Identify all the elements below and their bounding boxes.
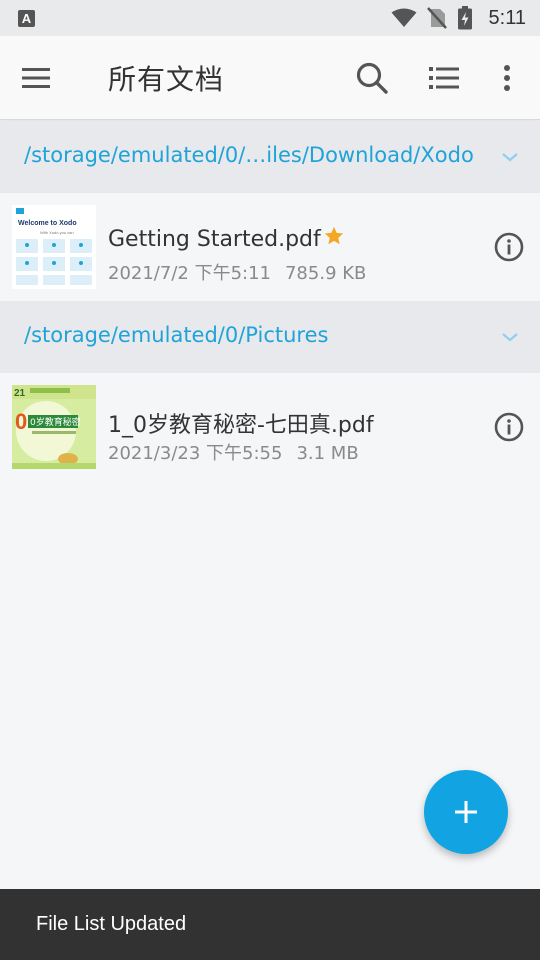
file-row-getting-started[interactable]: Welcome to Xodo With Xodo you can Gettin…: [0, 193, 540, 301]
wifi-icon: [391, 8, 417, 27]
file-name: Getting Started.pdf: [108, 226, 345, 252]
more-vert-icon[interactable]: [496, 60, 518, 96]
svg-text:21: 21: [14, 388, 26, 399]
info-icon[interactable]: [493, 411, 525, 443]
file-thumbnail: Welcome to Xodo With Xodo you can: [12, 205, 96, 289]
status-bar: A 5:11: [0, 0, 540, 36]
search-icon[interactable]: [354, 60, 390, 96]
chevron-down-icon[interactable]: [498, 325, 522, 349]
chevron-down-icon[interactable]: [498, 145, 522, 169]
file-meta: 2021/7/2 下午5:11 785.9 KB: [108, 259, 366, 285]
snackbar: File List Updated: [0, 889, 540, 960]
notification-a-icon: A: [18, 9, 35, 27]
status-icons: 5:11: [391, 6, 526, 30]
info-icon[interactable]: [493, 231, 525, 263]
section-path: /storage/emulated/0/Pictures: [24, 323, 329, 347]
no-sim-icon: [426, 7, 447, 29]
star-icon: [324, 226, 343, 245]
file-name-text: 1_0岁教育秘密-七田真.pdf: [108, 413, 374, 438]
section-header-pictures[interactable]: /storage/emulated/0/Pictures: [0, 301, 540, 373]
add-fab-button[interactable]: [424, 770, 508, 854]
thumb-title: 0岁教育秘密: [30, 416, 81, 428]
file-name: 1_0岁教育秘密-七田真.pdf: [108, 407, 374, 439]
page-title: 所有文档: [108, 63, 225, 96]
thumb-subtitle: With Xodo you can: [40, 230, 74, 235]
section-header-download[interactable]: /storage/emulated/0/…iles/Download/Xodo: [0, 121, 540, 193]
file-row-education-book[interactable]: 21 0 0岁教育秘密 1_0岁教育秘密-七田真.pdf 2021/3/23 下…: [0, 373, 540, 481]
file-name-text: Getting Started.pdf: [108, 227, 321, 252]
file-date: 2021/7/2 下午5:11: [108, 263, 271, 284]
menu-icon[interactable]: [20, 64, 52, 92]
file-date: 2021/3/23 下午5:55: [108, 443, 283, 464]
svg-text:0: 0: [15, 409, 27, 434]
file-meta: 2021/3/23 下午5:55 3.1 MB: [108, 439, 359, 465]
file-size: 785.9 KB: [284, 263, 367, 284]
app-bar: 所有文档: [0, 36, 540, 120]
file-thumbnail: 21 0 0岁教育秘密: [12, 385, 96, 469]
thumb-title: Welcome to Xodo: [18, 220, 77, 227]
section-path: /storage/emulated/0/…iles/Download/Xodo: [24, 143, 474, 167]
status-time: 5:11: [488, 6, 526, 29]
battery-charging-icon: [457, 6, 472, 30]
file-size: 3.1 MB: [296, 443, 359, 464]
plus-icon: [455, 801, 477, 823]
list-view-icon[interactable]: [426, 62, 462, 94]
snackbar-message: File List Updated: [36, 913, 187, 935]
